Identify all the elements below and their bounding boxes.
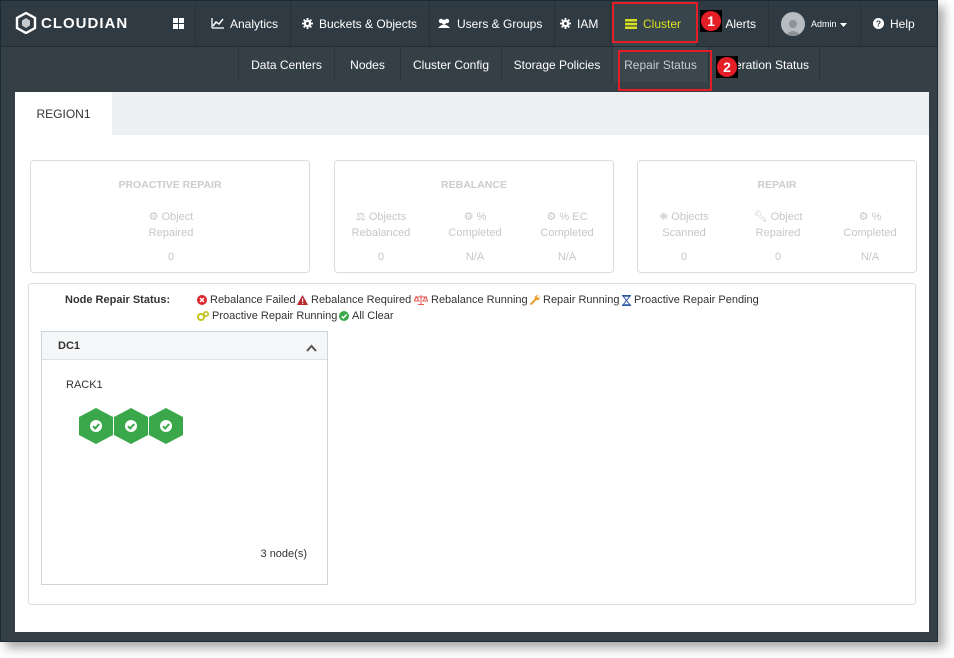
legend-title: Node Repair Status: [65,294,171,306]
dashboard-icon [172,18,184,29]
rebalance-card: REBALANCE ⚖ Objects Rebalanced 0 ⚙ % Com… [334,160,614,273]
chevron-up-icon[interactable] [306,339,317,357]
nav-alerts-label: Alerts [725,16,756,31]
subnav-storage-policies[interactable]: Storage Policies [501,47,612,82]
metric-percent-completed: ⚙ % Completed N/A [429,209,521,265]
metric-value: 0 [680,251,688,263]
gear-icon: ⚙ [546,211,557,223]
check-circle-icon [339,311,349,321]
nav-help-label: Help [890,16,915,31]
nav-analytics-label: Analytics [230,16,279,31]
metric-value: 0 [774,251,782,263]
subnav-data-centers[interactable]: Data Centers [238,47,334,82]
nav-iam-label: IAM [577,16,599,31]
metric-objects-scanned: ⛯ Objects Scanned 0 [638,209,730,265]
callout-badge-2: 2 [716,56,738,78]
metric-objects-rebalanced: ⚖ Objects Rebalanced 0 [335,209,427,265]
caret-down-icon [839,17,847,31]
tab-region1[interactable]: REGION1 [15,92,112,135]
rack-name: RACK1 [66,379,103,391]
repair-card: REPAIR ⛯ Objects Scanned 0 🔧︎ Object Rep… [637,160,917,273]
callout-badge-1: 1 [700,10,722,32]
app-window: CLOUDIAN Analytics Buckets & Objects Use… [0,0,938,642]
binoculars-icon: ⛯ [659,211,669,223]
node-hexagon-1[interactable] [79,408,113,444]
legend-rebalance-running: Rebalance Running [414,294,528,306]
gears-icon [197,311,209,321]
datacenter-panel: DC1 RACK1 3 node(s) [41,331,328,585]
card-title: REPAIR [757,179,797,191]
nav-analytics[interactable]: Analytics [199,1,292,46]
node-repair-status-panel: Node Repair Status: Rebalance Failed Reb… [28,283,916,605]
nav-users-groups[interactable]: Users & Groups [425,1,556,46]
nav-buckets-label: Buckets & Objects [319,16,418,31]
legend-rebalance-required: Rebalance Required [297,294,411,306]
metric-value: 0 [377,251,385,263]
cloudian-logo[interactable]: CLOUDIAN [15,11,128,35]
legend-all-clear: All Clear [339,310,394,322]
metric-value: 0 [167,251,175,263]
metric-object-repaired: ⚙ Object Repaired 0 [125,209,217,265]
warning-icon [297,295,308,305]
nav-users-label: Users & Groups [457,16,543,31]
metric-ec-completed: ⚙ % EC Completed N/A [521,209,613,265]
hourglass-icon [622,294,631,306]
avatar-icon [781,11,805,36]
subnav-nodes[interactable]: Nodes [334,47,400,82]
highlight-repair-status [618,50,712,91]
gears-icon: ⚙ [148,211,159,223]
node-hexagon-3[interactable] [149,408,183,444]
nav-buckets-objects[interactable]: Buckets & Objects [290,1,431,46]
nav-admin-label: Admin [811,18,837,29]
gear-icon [560,18,571,29]
region-tabs: REGION1 [15,92,929,135]
datacenter-name: DC1 [58,340,81,352]
metric-object-repaired: 🔧︎ Object Repaired 0 [732,209,824,265]
legend-repair-running: Repair Running [530,294,619,306]
scale-icon [414,295,428,305]
datacenter-header[interactable]: DC1 [42,332,327,360]
legend-rebalance-failed: Rebalance Failed [197,294,296,306]
wrench-icon [530,295,540,305]
scale-icon: ⚖ [355,211,366,223]
sub-navbar: Data Centers Nodes Cluster Config Storag… [1,46,937,82]
svg-text:?: ? [876,19,881,29]
question-icon: ? [873,18,884,29]
metric-percent-completed: ⚙ % Completed N/A [824,209,916,265]
metric-value: N/A [860,251,880,263]
highlight-cluster [612,2,698,43]
logo-icon [15,12,37,34]
wrench-icon: 🔧︎ [753,211,768,223]
legend-proactive-repair-pending: Proactive Repair Pending [622,294,759,306]
brand-name: CLOUDIAN [41,14,129,32]
nav-iam[interactable]: IAM [548,1,612,46]
card-title: PROACTIVE REPAIR [118,179,222,191]
card-title: REBALANCE [441,179,507,191]
metric-value: N/A [465,251,485,263]
main-content: REGION1 PROACTIVE REPAIR ⚙ Object Repair… [15,92,929,632]
legend-proactive-repair-running: Proactive Repair Running [197,310,337,322]
metric-value: N/A [557,251,577,263]
subnav-cluster-config[interactable]: Cluster Config [400,47,501,82]
gear-icon: ⚙ [858,211,869,223]
nav-dashboard[interactable] [161,1,196,46]
chart-icon [211,18,224,29]
gear-icon: ⚙ [463,211,474,223]
node-hexagon-2[interactable] [114,408,148,444]
x-circle-icon [197,295,207,305]
top-navbar: CLOUDIAN Analytics Buckets & Objects Use… [1,1,937,46]
node-count: 3 node(s) [260,548,307,560]
gear-icon [302,18,313,29]
proactive-repair-card: PROACTIVE REPAIR ⚙ Object Repaired 0 [30,160,310,273]
nav-admin-menu[interactable]: Admin [769,1,861,46]
users-icon [437,18,451,29]
nav-help[interactable]: ? Help [861,1,927,46]
